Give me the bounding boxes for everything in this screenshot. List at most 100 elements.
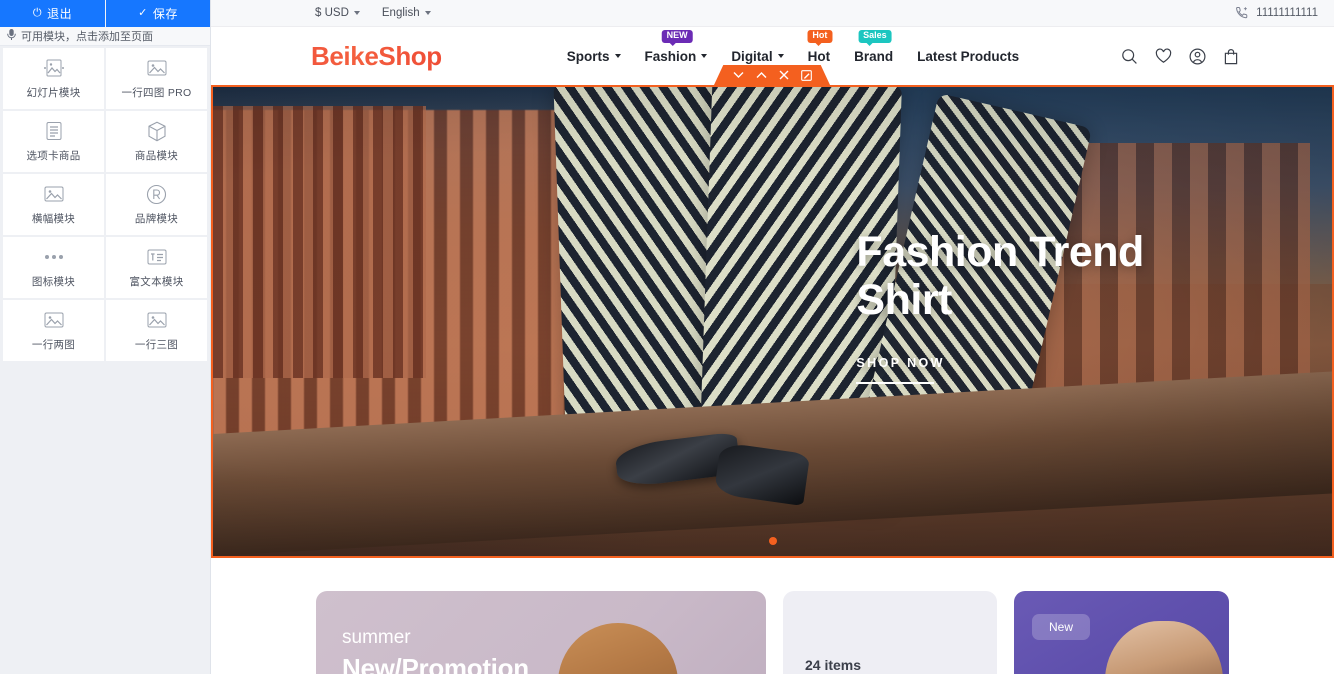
slideshow-icon <box>42 57 66 79</box>
heart-icon[interactable] <box>1155 48 1172 64</box>
module-card-rich-text[interactable]: 富文本模块 <box>106 237 207 298</box>
chevron-down-icon <box>614 54 621 58</box>
promo-card-row: summer New/Promotion 24 items New <box>211 558 1334 674</box>
hero-banner-module[interactable]: Fashion Trend Shirt SHOP NOW <box>211 85 1334 558</box>
storefront-preview: $ USD English 11111111111 BeikeShop Spor… <box>211 0 1334 674</box>
promo-card-new[interactable]: New <box>1014 591 1229 674</box>
save-button-label: 保存 <box>152 7 178 21</box>
image-icon <box>42 309 66 331</box>
tab-list-icon <box>42 120 66 142</box>
header-icon-group <box>1121 47 1239 65</box>
promo-model-image <box>1105 621 1223 674</box>
storefront-topbar: $ USD English 11111111111 <box>211 0 1334 27</box>
rich-text-icon <box>145 246 169 268</box>
shop-now-label: SHOP NOW <box>856 356 945 370</box>
module-card-label: 图标模块 <box>31 276 76 288</box>
nav-label: Digital <box>731 48 773 64</box>
promo-eyebrow: summer <box>342 627 411 648</box>
pin-icon <box>7 29 16 43</box>
editor-root: ⏻ 退出 ✓ 保存 可用模块，点击添加至页面 幻灯片模块 一行四图 PRO 选项… <box>0 0 1334 674</box>
carousel-dot-active[interactable] <box>768 537 777 545</box>
module-card-label: 商品模块 <box>134 150 179 162</box>
module-card-label: 一行四图 PRO <box>121 87 192 99</box>
move-up-icon[interactable] <box>756 71 767 79</box>
promo-card-summer[interactable]: summer New/Promotion <box>316 591 766 674</box>
check-icon: ✓ <box>138 7 148 19</box>
phone-number: 11111111111 <box>1256 7 1318 19</box>
phone-call-icon <box>1235 6 1249 20</box>
module-card-banner[interactable]: 横幅模块 <box>3 174 104 235</box>
currency-selector[interactable]: $ USD <box>315 7 360 19</box>
module-card-slideshow[interactable]: 幻灯片模块 <box>3 48 104 109</box>
topbar-left-group: $ USD English <box>315 7 431 19</box>
module-card-label: 选项卡商品 <box>26 150 81 162</box>
available-modules-hint: 可用模块，点击添加至页面 <box>0 27 210 46</box>
shop-now-underline <box>856 382 935 384</box>
user-account-icon[interactable] <box>1189 47 1206 65</box>
module-card-brand[interactable]: 品牌模块 <box>106 174 207 235</box>
chevron-down-icon <box>353 11 360 15</box>
module-card-label: 富文本模块 <box>129 276 184 288</box>
module-card-label: 幻灯片模块 <box>26 87 81 99</box>
main-navigation: Sports NEW Fashion Digital Hot Hot Sales… <box>567 29 1019 68</box>
module-card-four-image-pro[interactable]: 一行四图 PRO <box>106 48 207 109</box>
module-sidebar: ⏻ 退出 ✓ 保存 可用模块，点击添加至页面 幻灯片模块 一行四图 PRO 选项… <box>0 0 211 674</box>
promo-tag-new: New <box>1032 614 1091 640</box>
available-modules-hint-label: 可用模块，点击添加至页面 <box>21 31 153 43</box>
image-icon <box>145 309 169 331</box>
site-logo[interactable]: BeikeShop <box>311 41 442 72</box>
nav-label: Sports <box>566 48 610 64</box>
image-icon <box>145 57 169 79</box>
module-card-label: 横幅模块 <box>31 213 76 225</box>
chevron-down-icon <box>701 54 708 58</box>
exit-button[interactable]: ⏻ 退出 <box>0 0 105 27</box>
carousel-indicator <box>213 537 1332 545</box>
promo-model-image <box>558 623 678 674</box>
shop-now-button[interactable]: SHOP NOW <box>856 356 944 384</box>
topbar-contact: 11111111111 <box>1235 6 1318 20</box>
nav-item-digital[interactable]: Digital <box>731 45 784 68</box>
language-label: English <box>381 7 420 19</box>
edit-icon[interactable] <box>800 69 812 81</box>
nav-item-sports[interactable]: Sports <box>567 45 621 68</box>
nav-label: Fashion <box>644 48 697 64</box>
hero-copy: Fashion Trend Shirt SHOP NOW <box>856 228 1186 384</box>
hero-title: Fashion Trend Shirt <box>856 227 1144 324</box>
registered-icon <box>145 183 169 205</box>
search-icon[interactable] <box>1121 48 1138 65</box>
power-icon: ⏻ <box>32 7 43 19</box>
nav-label: Brand <box>854 48 894 64</box>
move-down-icon[interactable] <box>733 71 744 79</box>
save-button[interactable]: ✓ 保存 <box>105 0 210 27</box>
promo-card-items[interactable]: 24 items <box>783 591 997 674</box>
language-selector[interactable]: English <box>382 7 431 19</box>
module-card-label: 品牌模块 <box>134 213 179 225</box>
module-card-label: 一行三图 <box>134 339 179 351</box>
exit-button-label: 退出 <box>47 7 73 21</box>
module-card-product[interactable]: 商品模块 <box>106 111 207 172</box>
box-icon <box>145 120 169 142</box>
currency-label: $ USD <box>315 7 349 19</box>
nav-label: Latest Products <box>917 48 1020 64</box>
dots-icon <box>44 246 63 268</box>
nav-item-hot[interactable]: Hot Hot <box>807 29 833 68</box>
nav-item-fashion[interactable]: NEW Fashion <box>644 29 708 68</box>
nav-badge-hot: Hot <box>807 29 833 47</box>
delete-icon[interactable] <box>779 70 789 80</box>
promo-headline: New/Promotion <box>342 653 529 674</box>
sidebar-action-bar: ⏻ 退出 ✓ 保存 <box>0 0 210 27</box>
shopping-bag-icon[interactable] <box>1223 48 1239 65</box>
nav-badge-sales: Sales <box>858 29 892 47</box>
module-grid: 幻灯片模块 一行四图 PRO 选项卡商品 商品模块 横幅模块 品牌模块 图标模块… <box>0 46 210 363</box>
module-edit-toolbar <box>714 65 830 85</box>
storefront-header: BeikeShop Sports NEW Fashion Digital Hot <box>211 27 1334 85</box>
module-card-two-image-row[interactable]: 一行两图 <box>3 300 104 361</box>
nav-item-latest-products[interactable]: Latest Products <box>917 45 1019 68</box>
nav-badge-new: NEW <box>661 29 693 47</box>
nav-item-brand[interactable]: Sales Brand <box>854 29 894 68</box>
module-card-tab-products[interactable]: 选项卡商品 <box>3 111 104 172</box>
module-card-three-image-row[interactable]: 一行三图 <box>106 300 207 361</box>
module-card-label: 一行两图 <box>31 339 76 351</box>
module-card-icons[interactable]: 图标模块 <box>3 237 104 298</box>
chevron-down-icon <box>424 11 431 15</box>
